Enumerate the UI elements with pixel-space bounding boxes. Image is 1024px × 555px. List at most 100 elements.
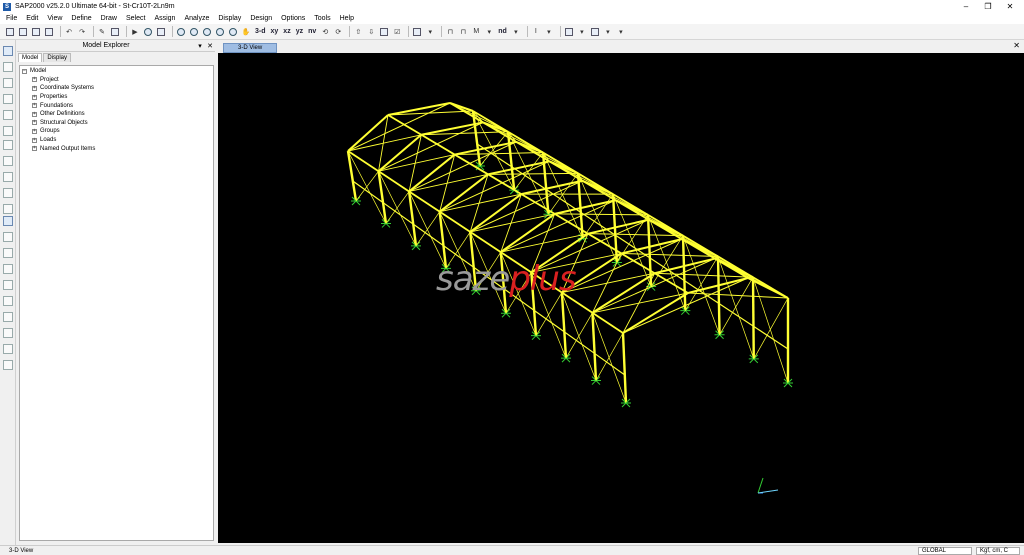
snap-lines-icon[interactable]: [3, 328, 13, 338]
frame-member[interactable]: [554, 199, 616, 215]
close-window-button[interactable]: ✕: [999, 0, 1021, 13]
pin-icon[interactable]: ▾: [195, 42, 205, 50]
select-all-icon[interactable]: [3, 216, 13, 226]
restore-button[interactable]: ❐: [977, 0, 999, 13]
tree-node-foundations[interactable]: + Foundations: [22, 101, 211, 110]
frame-member[interactable]: [622, 292, 689, 334]
perspective-icon[interactable]: ⟳: [333, 27, 343, 37]
expand-icon[interactable]: +: [32, 94, 37, 100]
assign-frame-icon[interactable]: [412, 27, 422, 37]
frame-member[interactable]: [516, 141, 579, 174]
tree-node-model[interactable]: − Model: [22, 67, 211, 76]
dropdown-arrow-icon[interactable]: ▾: [544, 27, 554, 37]
frame-member[interactable]: [592, 312, 627, 404]
zoom-window-icon[interactable]: [176, 27, 186, 37]
lock-icon[interactable]: [110, 27, 120, 37]
expand-icon[interactable]: +: [32, 120, 37, 126]
snap-ends-icon[interactable]: [3, 280, 13, 290]
frame-member[interactable]: [554, 213, 649, 216]
lock-model-icon[interactable]: [156, 27, 166, 37]
draw-frame-icon[interactable]: [3, 94, 13, 104]
get-previous-selection-icon[interactable]: [3, 232, 13, 242]
draw-joint-icon[interactable]: [3, 78, 13, 88]
frame-member[interactable]: [500, 199, 616, 253]
collapse-icon[interactable]: −: [22, 68, 27, 74]
close-explorer-button[interactable]: ✕: [205, 42, 215, 50]
quick-draw-area-icon[interactable]: [3, 188, 13, 198]
draw-rect-area-icon[interactable]: [3, 172, 13, 182]
menu-file[interactable]: File: [6, 15, 17, 22]
frame-member[interactable]: [654, 272, 754, 278]
minimize-button[interactable]: –: [955, 0, 977, 13]
frame-member[interactable]: [592, 258, 716, 314]
expand-icon[interactable]: +: [32, 137, 37, 143]
pencil-icon[interactable]: ✎: [97, 27, 107, 37]
view-3d-button[interactable]: 3-d: [254, 27, 267, 37]
frame-releases-icon[interactable]: ⊓: [458, 27, 468, 37]
menu-draw[interactable]: Draw: [101, 15, 117, 22]
save-icon[interactable]: [31, 27, 41, 37]
frame-member[interactable]: [412, 223, 444, 247]
undo-icon[interactable]: ↶: [64, 27, 74, 37]
tab-display[interactable]: Display: [43, 53, 72, 62]
frame-member[interactable]: [681, 235, 687, 311]
run-options-icon[interactable]: [143, 27, 153, 37]
tab-model[interactable]: Model: [18, 53, 43, 62]
zoom-in-icon[interactable]: [189, 27, 199, 37]
frame-member[interactable]: [487, 172, 579, 175]
expand-icon[interactable]: +: [32, 103, 37, 109]
frame-member[interactable]: [407, 191, 418, 247]
zoom-out-icon[interactable]: [202, 27, 212, 37]
dropdown-arrow-icon[interactable]: ▾: [511, 27, 521, 37]
close-view-button[interactable]: ✕: [1013, 41, 1020, 50]
dropdown-arrow-icon[interactable]: ▾: [603, 27, 613, 37]
frame-member[interactable]: [521, 179, 583, 196]
tab-3d-view[interactable]: 3-D View: [223, 43, 278, 53]
frame-member[interactable]: [687, 292, 789, 299]
move-down-icon[interactable]: ⇩: [366, 27, 376, 37]
expand-icon[interactable]: +: [32, 146, 37, 152]
frame-member[interactable]: [387, 114, 422, 136]
frame-member[interactable]: [719, 277, 754, 335]
dropdown-arrow-icon[interactable]: ▾: [484, 27, 494, 37]
menu-tools[interactable]: Tools: [314, 15, 330, 22]
tree-node-named-output-items[interactable]: + Named Output Items: [22, 144, 211, 153]
draw-area-icon[interactable]: [3, 156, 13, 166]
frame-member[interactable]: [621, 252, 719, 257]
object-shrink-icon[interactable]: [379, 27, 389, 37]
view-nv-button[interactable]: nv: [307, 27, 317, 37]
snap-points-icon[interactable]: [3, 264, 13, 274]
expand-icon[interactable]: +: [32, 85, 37, 91]
layout-icon[interactable]: [590, 27, 600, 37]
frame-member[interactable]: [753, 297, 789, 360]
redo-icon[interactable]: ↷: [77, 27, 87, 37]
frame-member[interactable]: [587, 218, 649, 235]
tree-node-loads[interactable]: + Loads: [22, 136, 211, 145]
zoom-full-icon[interactable]: [215, 27, 225, 37]
model-canvas[interactable]: sazeplus: [218, 53, 1024, 543]
quick-braces-icon[interactable]: [3, 126, 13, 136]
frame-member[interactable]: [716, 256, 721, 335]
frame-member[interactable]: [454, 140, 517, 156]
frame-member[interactable]: [487, 173, 522, 195]
menu-analyze[interactable]: Analyze: [184, 15, 209, 22]
pointer-select-icon[interactable]: [3, 46, 13, 56]
view-yz-button[interactable]: yz: [295, 27, 304, 37]
move-up-icon[interactable]: ⇧: [353, 27, 363, 37]
tree-node-project[interactable]: + Project: [22, 76, 211, 85]
frame-member[interactable]: [621, 332, 628, 404]
dropdown-arrow-icon[interactable]: ▾: [577, 27, 587, 37]
frame-member[interactable]: [439, 160, 550, 213]
menu-edit[interactable]: Edit: [26, 15, 38, 22]
frame-member[interactable]: [439, 154, 456, 212]
snap-grid-icon[interactable]: [3, 344, 13, 354]
run-analysis-icon[interactable]: ▶: [130, 27, 140, 37]
pan-hand-icon[interactable]: ✋: [241, 27, 251, 37]
frame-member[interactable]: [347, 102, 451, 152]
menu-define[interactable]: Define: [71, 15, 91, 22]
menu-options[interactable]: Options: [281, 15, 305, 22]
expand-icon[interactable]: +: [32, 77, 37, 83]
quick-draw-frame-icon[interactable]: [3, 110, 13, 120]
frame-member[interactable]: [752, 277, 789, 384]
tree-node-groups[interactable]: + Groups: [22, 127, 211, 136]
